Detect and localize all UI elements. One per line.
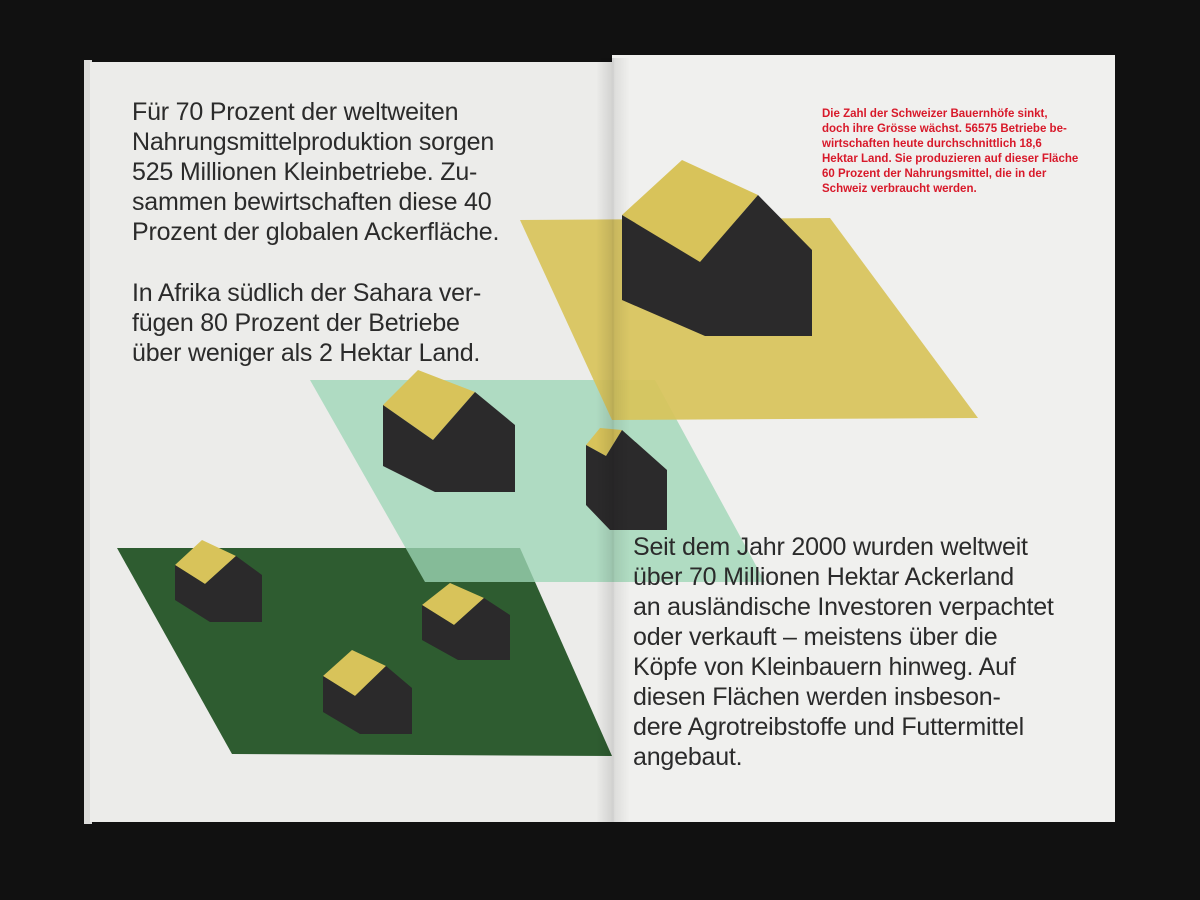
text-line: Köpfe von Kleinbauern hinweg. Auf bbox=[633, 653, 1016, 681]
red-note-schweiz: Die Zahl der Schweizer Bauernhöfe sinkt,… bbox=[822, 107, 1079, 197]
text-line: diesen Flächen werden insbeson- bbox=[633, 683, 1001, 711]
text-line: dere Agrotreibstoffe und Futtermittel bbox=[633, 713, 1024, 741]
text-line: Für 70 Prozent der weltweiten bbox=[132, 98, 459, 126]
text-line: Seit dem Jahr 2000 wurden weltweit bbox=[633, 533, 1028, 561]
text-line: In Afrika südlich der Sahara ver- bbox=[132, 279, 482, 307]
text-line: sammen bewirtschaften diese 40 bbox=[132, 188, 492, 216]
book-gutter bbox=[596, 58, 630, 822]
photo-scene: Für 70 Prozent der weltweiten Nahrungsmi… bbox=[0, 0, 1200, 900]
text-line: über weniger als 2 Hektar Land. bbox=[132, 339, 481, 367]
text-line: 525 Millionen Kleinbetriebe. Zu- bbox=[132, 158, 478, 186]
text-line: an ausländische Investoren verpachtet bbox=[633, 593, 1054, 621]
text-line: 60 Prozent der Nahrungsmittel, die in de… bbox=[822, 168, 1047, 180]
text-line: Hektar Land. Sie produzieren auf dieser … bbox=[822, 153, 1079, 165]
paragraph-kleinbetriebe: Für 70 Prozent der weltweiten Nahrungsmi… bbox=[132, 97, 499, 247]
house-large bbox=[622, 160, 812, 336]
text-line: fügen 80 Prozent der Betriebe bbox=[132, 309, 460, 337]
text-line: wirtschaften heute durchschnittlich 18,6 bbox=[822, 138, 1042, 150]
text-line: Die Zahl der Schweizer Bauernhöfe sinkt, bbox=[822, 108, 1048, 120]
text-line: oder verkauft – meistens über die bbox=[633, 623, 998, 651]
text-line: Schweiz verbraucht werden. bbox=[822, 183, 977, 195]
text-line: angebaut. bbox=[633, 743, 743, 771]
text-line: Prozent der globalen Ackerfläche. bbox=[132, 218, 500, 246]
paragraph-afrika: In Afrika südlich der Sahara ver- fügen … bbox=[132, 278, 481, 368]
text-line: doch ihre Grösse wächst. 56575 Betriebe … bbox=[822, 123, 1067, 135]
paragraph-investoren: Seit dem Jahr 2000 wurden weltweit über … bbox=[633, 532, 1054, 772]
text-line: über 70 Millionen Hektar Ackerland bbox=[633, 563, 1014, 591]
text-line: Nahrungsmittelproduktion sorgen bbox=[132, 128, 495, 156]
